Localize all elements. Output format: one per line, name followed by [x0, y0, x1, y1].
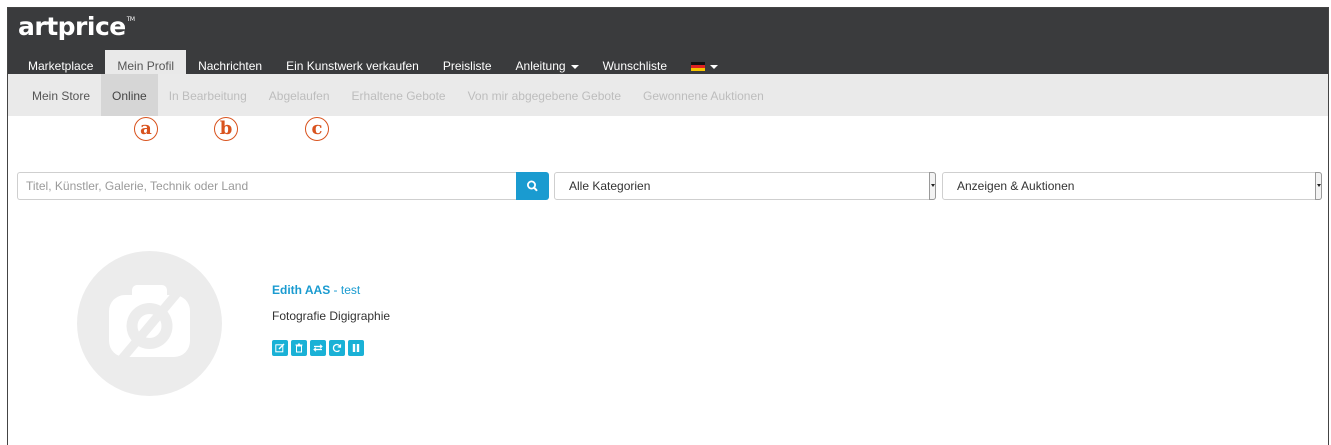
delete-icon: [295, 343, 303, 353]
tab-in-bearbeitung[interactable]: In Bearbeitung: [158, 74, 258, 116]
tab-erhaltene-gebote[interactable]: Erhaltene Gebote: [341, 74, 457, 116]
pause-button[interactable]: [348, 340, 364, 356]
german-flag-icon: [691, 62, 706, 72]
listing-type-select[interactable]: Anzeigen & Auktionen: [942, 172, 1322, 200]
title-separator: -: [330, 283, 341, 297]
edit-icon: [275, 343, 285, 353]
top-navbar: artpriceTM Marketplace Mein Profil Nachr…: [8, 8, 1328, 82]
tab-gewonnene-auktionen[interactable]: Gewonnene Auktionen: [632, 74, 775, 116]
edit-button[interactable]: [272, 340, 288, 356]
store-tabs: Mein Store Online In Bearbeitung Abgelau…: [21, 74, 775, 116]
chevron-down-icon: [710, 64, 719, 69]
category-select-value: Alle Kategorien: [569, 179, 651, 193]
refresh-button[interactable]: [329, 340, 345, 356]
search-input[interactable]: [17, 172, 517, 200]
select-arrow-icon: [1315, 172, 1322, 200]
tab-online[interactable]: Online: [101, 74, 158, 116]
pause-icon: [352, 344, 360, 352]
refresh-icon: [332, 343, 342, 353]
tab-abgelaufen[interactable]: Abgelaufen: [258, 74, 341, 116]
tab-mein-store[interactable]: Mein Store: [21, 74, 101, 116]
delete-button[interactable]: [291, 340, 307, 356]
search-icon: [526, 180, 538, 192]
annotation-marker-b: b: [214, 117, 238, 141]
category-select[interactable]: Alle Kategorien: [554, 172, 936, 200]
transfer-icon: [313, 344, 323, 352]
artwork-title-link[interactable]: test: [341, 283, 360, 297]
transfer-button[interactable]: [310, 340, 326, 356]
listing-title: Edith AAS - test: [272, 283, 360, 297]
artist-name-link[interactable]: Edith AAS: [272, 283, 330, 297]
tab-abgegebene-gebote[interactable]: Von mir abgegebene Gebote: [457, 74, 632, 116]
camera-placeholder-icon: [77, 251, 222, 396]
sub-navbar: Mein Store Online In Bearbeitung Abgelau…: [8, 74, 1328, 116]
artprice-logo[interactable]: artpriceTM: [18, 12, 135, 41]
artwork-medium: Fotografie Digigraphie: [272, 309, 391, 323]
chevron-down-icon: [570, 64, 579, 69]
annotation-marker-c: c: [305, 117, 329, 141]
listing-actions: [272, 340, 364, 356]
select-arrow-icon: [929, 172, 936, 200]
annotation-marker-a: a: [134, 117, 158, 141]
search-button[interactable]: [516, 172, 549, 200]
nav-item-anleitung-label: Anleitung: [515, 59, 566, 73]
listing-type-select-value: Anzeigen & Auktionen: [957, 179, 1075, 193]
